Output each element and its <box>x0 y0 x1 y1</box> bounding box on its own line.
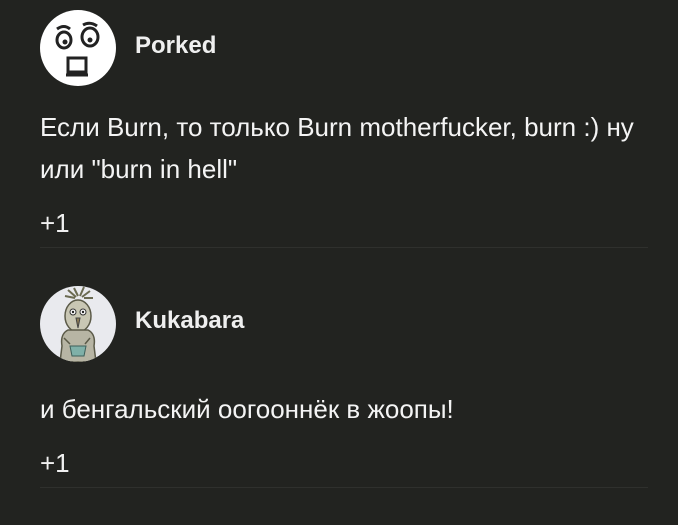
vote-count[interactable]: +1 <box>40 208 70 239</box>
comment-text: Если Burn, то только Burn motherfucker, … <box>40 112 634 184</box>
cartoon-face-icon <box>55 21 100 77</box>
comment-author[interactable]: Porked <box>135 32 216 60</box>
comment-item: Porked Если Burn, то только Burn motherf… <box>0 0 678 248</box>
comments-list: Porked Если Burn, то только Burn motherf… <box>0 0 678 488</box>
avatar[interactable] <box>40 10 116 86</box>
avatar[interactable] <box>40 286 116 362</box>
comment-author[interactable]: Kukabara <box>135 307 244 335</box>
bird-drawing-icon <box>59 286 97 362</box>
comment-text: и бенгальский оогооннёк в жоопы! <box>40 394 454 424</box>
comment-item: Kukabara и бенгальский оогооннёк в жоопы… <box>0 248 678 488</box>
vote-count[interactable]: +1 <box>40 448 70 479</box>
divider <box>40 487 648 488</box>
